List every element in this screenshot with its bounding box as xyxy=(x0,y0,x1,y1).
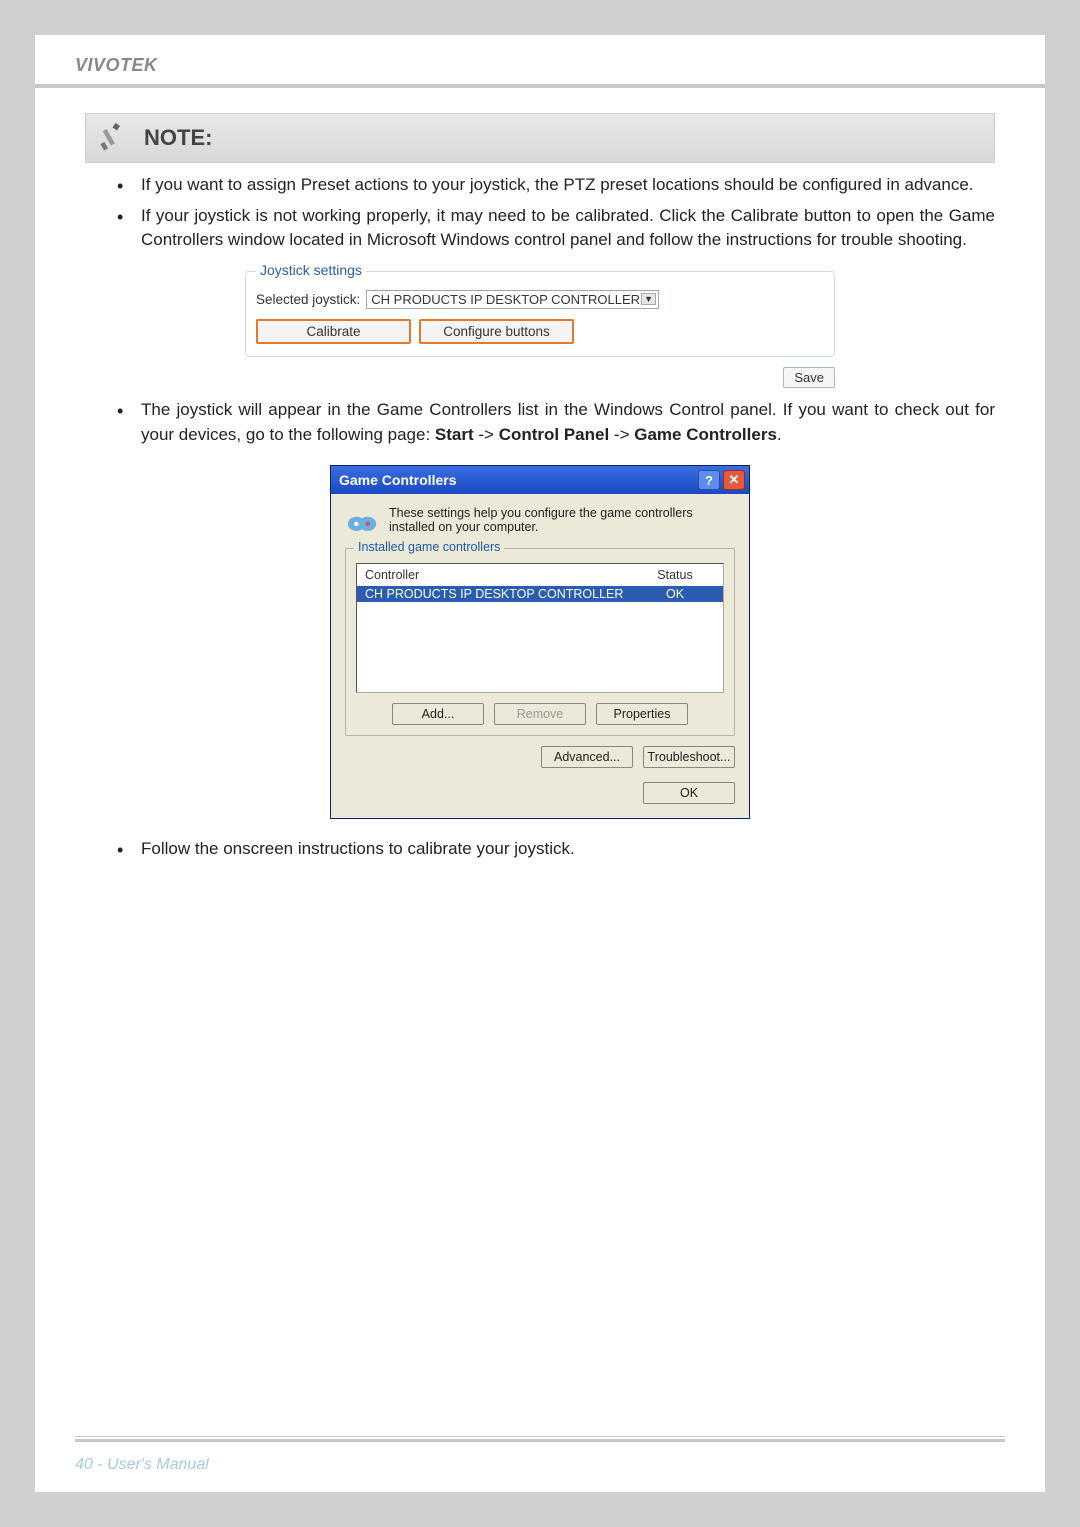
selected-joystick-label: Selected joystick: xyxy=(256,292,360,307)
joystick-settings-figure: Joystick settings Selected joystick: CH … xyxy=(85,271,995,388)
controllers-listbox[interactable]: Controller Status CH PRODUCTS IP DESKTOP… xyxy=(356,563,724,693)
note-bullet: If you want to assign Preset actions to … xyxy=(109,173,995,198)
help-icon[interactable]: ? xyxy=(698,470,720,490)
dialog-titlebar: Game Controllers ? ✕ xyxy=(331,466,749,494)
document-page: VIVOTEK NOTE: If you want to assign Pres… xyxy=(35,35,1045,1492)
selected-joystick-dropdown[interactable]: CH PRODUCTS IP DESKTOP CONTROLLER xyxy=(366,290,659,309)
ok-button[interactable]: OK xyxy=(643,782,735,804)
controller-icon xyxy=(345,506,379,536)
save-button[interactable]: Save xyxy=(783,367,835,388)
page-footer: 40 - User's Manual xyxy=(75,1456,1005,1474)
remove-button[interactable]: Remove xyxy=(494,703,586,725)
content-area: NOTE: If you want to assign Preset actio… xyxy=(35,88,1045,862)
middle-text-suffix: . xyxy=(777,425,782,444)
final-bullets: Follow the onscreen instructions to cali… xyxy=(85,837,995,862)
sep: -> xyxy=(609,425,634,444)
footer-rule xyxy=(75,1439,1005,1442)
row-controller: CH PRODUCTS IP DESKTOP CONTROLLER xyxy=(365,587,635,601)
note-title: NOTE: xyxy=(144,125,212,151)
top-bar: VIVOTEK xyxy=(35,55,1045,76)
list-item[interactable]: CH PRODUCTS IP DESKTOP CONTROLLER OK xyxy=(357,586,723,602)
installed-controllers-fieldset: Installed game controllers Controller St… xyxy=(345,548,735,736)
note-banner: NOTE: xyxy=(85,113,995,163)
brand-label: VIVOTEK xyxy=(75,55,1005,76)
dialog-title: Game Controllers xyxy=(339,472,698,488)
advanced-button[interactable]: Advanced... xyxy=(541,746,633,768)
add-button[interactable]: Add... xyxy=(392,703,484,725)
pencil-icon xyxy=(96,120,132,156)
path-start: Start xyxy=(435,425,474,444)
col-controller: Controller xyxy=(365,568,635,582)
properties-button[interactable]: Properties xyxy=(596,703,688,725)
note-bullet: If your joystick is not working properly… xyxy=(109,204,995,253)
col-status: Status xyxy=(635,568,715,582)
joystick-fieldset: Joystick settings Selected joystick: CH … xyxy=(245,271,835,357)
final-bullet: Follow the onscreen instructions to cali… xyxy=(109,837,995,862)
game-controllers-dialog: Game Controllers ? ✕ xyxy=(330,465,750,819)
footer-rule-thin xyxy=(75,1436,1005,1437)
footer-area: 40 - User's Manual xyxy=(35,1436,1045,1492)
path-game-controllers: Game Controllers xyxy=(634,425,777,444)
game-controllers-figure: Game Controllers ? ✕ xyxy=(85,465,995,819)
calibrate-button[interactable]: Calibrate xyxy=(256,319,411,344)
middle-bullets: The joystick will appear in the Game Con… xyxy=(85,398,995,447)
joystick-legend: Joystick settings xyxy=(256,262,366,278)
note-bullets: If you want to assign Preset actions to … xyxy=(85,173,995,253)
path-control-panel: Control Panel xyxy=(499,425,610,444)
middle-bullet: The joystick will appear in the Game Con… xyxy=(109,398,995,447)
sep: -> xyxy=(474,425,499,444)
dialog-intro-text: These settings help you configure the ga… xyxy=(389,506,735,534)
installed-controllers-legend: Installed game controllers xyxy=(354,540,504,554)
configure-buttons-button[interactable]: Configure buttons xyxy=(419,319,574,344)
close-icon[interactable]: ✕ xyxy=(723,470,745,490)
troubleshoot-button[interactable]: Troubleshoot... xyxy=(643,746,735,768)
row-status: OK xyxy=(635,587,715,601)
